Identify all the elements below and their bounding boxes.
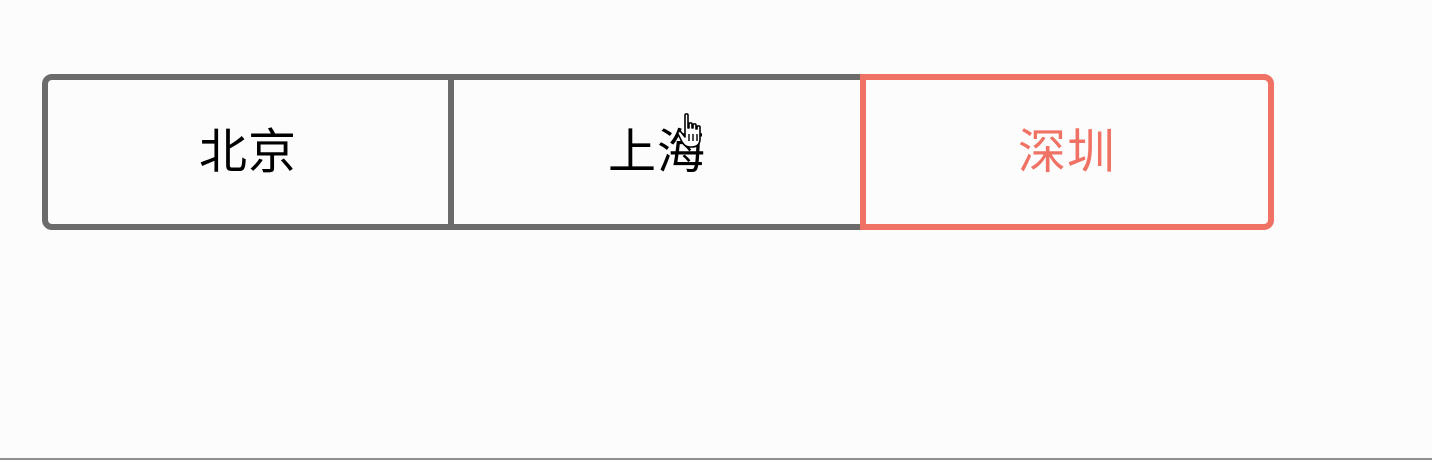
city-segmented-control: 北京 上海 深圳 [42, 74, 1274, 230]
segment-beijing-label: 北京 [198, 124, 297, 180]
segment-beijing[interactable]: 北京 [42, 74, 454, 230]
segment-shenzhen[interactable]: 深圳 [860, 74, 1274, 230]
segment-shanghai-label: 上海 [607, 124, 706, 180]
segment-shanghai[interactable]: 上海 [454, 74, 860, 230]
segment-shenzhen-label: 深圳 [1017, 124, 1116, 180]
